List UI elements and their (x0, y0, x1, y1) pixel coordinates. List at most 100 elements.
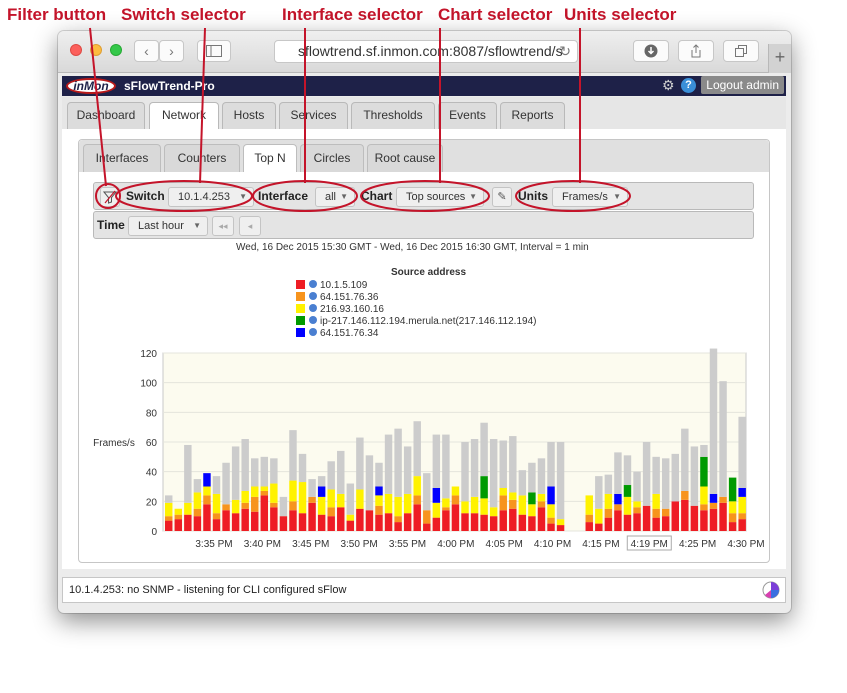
bar-segment (212, 493, 221, 514)
y-axis-label: Frames/s (93, 438, 135, 449)
bar-segment (681, 490, 689, 500)
bar-segment (623, 496, 632, 515)
bar-segment (327, 489, 335, 508)
bar-segment (709, 508, 718, 531)
bar-segment (212, 476, 221, 494)
bar-segment (327, 516, 335, 531)
bar-segment (738, 487, 746, 497)
bar-segment (317, 486, 326, 497)
bar-segment (203, 473, 211, 487)
bar-segment (633, 507, 641, 514)
bar-segment (356, 508, 364, 531)
bar-segment (260, 495, 269, 531)
bar-segment (442, 498, 450, 508)
bar-segment (308, 496, 316, 503)
bar-segment (203, 495, 211, 505)
bar-segment (728, 513, 737, 523)
bar-segment (709, 493, 718, 503)
x-tick-label: 4:00 PM (437, 539, 474, 550)
bar-segment (633, 501, 641, 508)
bar-segment (470, 513, 479, 531)
bar-segment (623, 514, 632, 531)
bar-segment (604, 517, 613, 531)
bar-segment (193, 479, 202, 493)
x-tick-label: 4:10 PM (534, 539, 571, 550)
bar-segment (212, 519, 221, 531)
bar-segment (489, 507, 498, 517)
bar-segment (270, 502, 278, 508)
bar-segment (222, 504, 230, 511)
bar-segment (451, 504, 460, 531)
bar-segment (251, 486, 259, 497)
bar-segment (595, 523, 603, 531)
bar-segment (671, 453, 679, 502)
bar-segment (547, 486, 555, 505)
bar-segment (384, 434, 393, 494)
x-tick-label: 3:40 PM (244, 539, 281, 550)
bar-segment (480, 514, 488, 531)
bar-segment (480, 422, 488, 477)
x-tick-label: 4:15 PM (582, 539, 619, 550)
bar-segment (728, 501, 737, 514)
bar-segment (509, 436, 517, 493)
bar-segment (509, 499, 517, 509)
bar-segment (394, 522, 402, 531)
x-tick-label: 4:19 PM (631, 539, 668, 550)
bar-segment (298, 482, 307, 514)
bar-segment (604, 474, 613, 494)
bar-segment (652, 456, 660, 494)
bar-segment (652, 517, 660, 531)
bar-segment (270, 458, 278, 484)
y-tick-label: 60 (146, 438, 158, 449)
bar-segment (241, 508, 249, 531)
bar-segment (251, 458, 259, 487)
bar-segment (289, 430, 297, 481)
bar-segment (518, 470, 527, 496)
bar-segment (403, 493, 412, 514)
bar-segment (317, 496, 326, 515)
bar-segment (528, 516, 536, 531)
bar-segment (203, 486, 211, 496)
bar-segment (690, 505, 699, 531)
y-tick-label: 100 (140, 379, 157, 390)
x-tick-label: 4:25 PM (679, 539, 716, 550)
bar-segment (633, 471, 641, 502)
bar-segment (423, 473, 431, 511)
bar-segment (270, 483, 278, 503)
x-tick-label: 3:55 PM (389, 539, 426, 550)
bar-segment (661, 508, 670, 517)
bar-segment (184, 444, 192, 503)
bar-segment (413, 495, 421, 505)
bar-segment (375, 462, 383, 487)
bar-segment (279, 496, 288, 517)
bar-segment (528, 504, 536, 517)
bar-segment (642, 505, 651, 531)
bar-segment (413, 504, 421, 531)
bar-segment (614, 504, 622, 511)
bar-segment (327, 507, 335, 517)
bar-segment (461, 513, 469, 531)
bar-segment (346, 483, 355, 515)
bar-segment (595, 476, 603, 509)
bar-segment (327, 461, 335, 490)
bar-segment (337, 450, 345, 494)
bar-segment (614, 493, 622, 505)
bar-segment (528, 492, 536, 505)
bar-segment (308, 502, 316, 531)
bar-segment (728, 522, 737, 531)
bar-segment (518, 495, 527, 515)
bar-segment (719, 502, 727, 531)
bar-segment (289, 501, 297, 511)
bar-segment (470, 496, 479, 514)
bar-segment (394, 428, 402, 497)
bar-segment (260, 490, 269, 496)
bar-segment (279, 516, 288, 531)
bar-segment (652, 508, 660, 518)
bar-segment (212, 513, 221, 520)
bar-segment (423, 510, 431, 524)
bar-segment (231, 499, 240, 514)
bar-segment (595, 508, 603, 524)
bar-segment (690, 446, 699, 506)
bar-segment (700, 504, 708, 511)
bar-segment (738, 519, 746, 531)
